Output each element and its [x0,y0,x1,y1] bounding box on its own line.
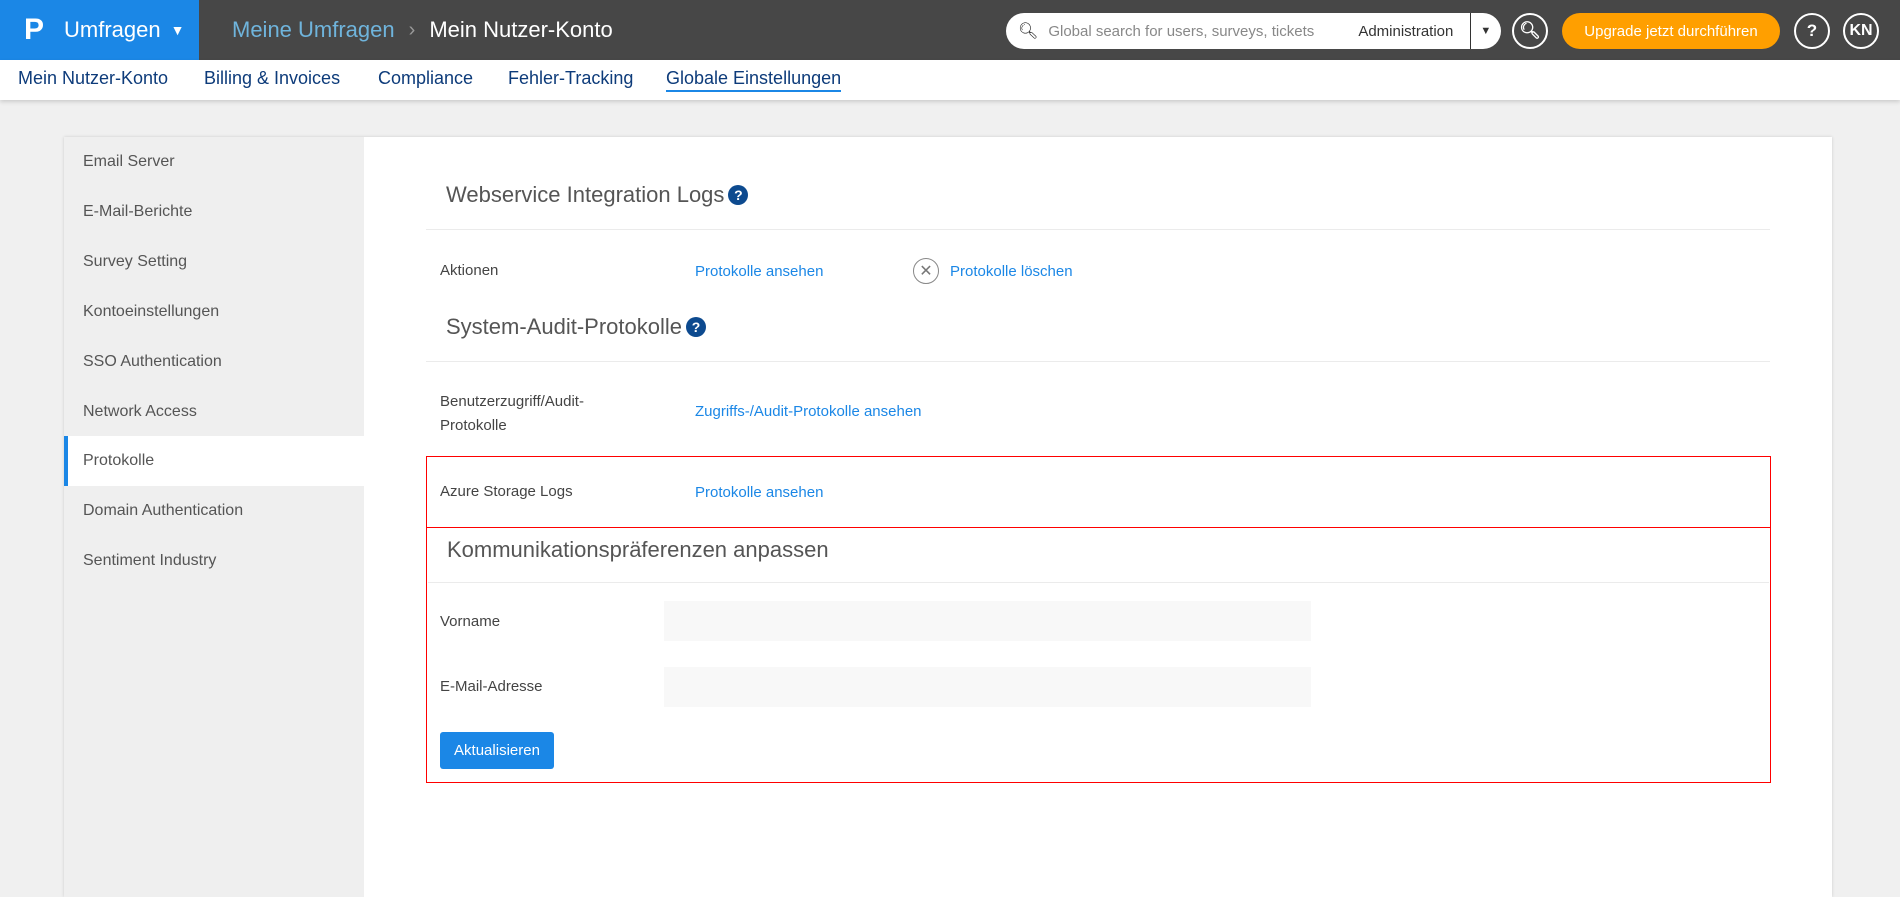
sidebar: Email Server E-Mail-Berichte Survey Sett… [64,137,364,897]
aktionen-label: Aktionen [440,262,499,279]
avatar[interactable]: KN [1843,13,1879,49]
logo-icon: P [24,13,45,46]
divider [426,229,1770,230]
help-button[interactable]: ? [1794,13,1830,49]
update-button[interactable]: Aktualisieren [440,732,554,769]
first-name-label: Vorname [440,613,501,630]
search-input[interactable]: Global search for users, surveys, ticket… [1048,23,1358,40]
audit-label-line: Benutzerzugriff/Audit- [440,393,584,410]
breadcrumb-meine-umfragen[interactable]: Meine Umfragen [232,17,395,43]
communication-highlight [426,527,1771,783]
global-search: 🔍︎ Global search for users, surveys, tic… [1006,13,1501,49]
email-input[interactable] [664,667,1311,707]
sidebar-item-sentiment-industry[interactable]: Sentiment Industry [64,536,364,586]
webservice-delete-logs-link[interactable]: Protokolle löschen [950,263,1073,280]
caret-down-icon: ▼ [170,22,185,38]
azure-view-logs-link[interactable]: Protokolle ansehen [695,484,823,501]
audit-title: System-Audit-Protokolle [446,314,682,339]
sidebar-item-domain-authentication[interactable]: Domain Authentication [64,486,364,536]
azure-logs-highlight [426,456,1771,528]
app-name: Umfragen [64,17,161,42]
search-icon: 🔍︎ [1519,21,1541,40]
webservice-title: Webservice Integration Logs [446,182,725,207]
help-icon[interactable]: ? [685,317,706,337]
divider [426,361,1770,362]
search-button[interactable]: 🔍︎ [1512,13,1548,49]
search-icon: 🔍︎ [1018,23,1039,40]
app-switcher[interactable]: P Umfragen ▼ [0,0,199,60]
chevron-right-icon: › [408,18,416,41]
breadcrumb: Meine Umfragen › Mein Nutzer-Konto [232,0,613,60]
azure-label: Azure Storage Logs [440,483,573,500]
audit-label: Benutzerzugriff/Audit- Protokolle [440,390,584,438]
audit-label-line: Protokolle [440,417,507,434]
search-scope[interactable]: Administration [1358,23,1470,40]
sidebar-item-network-access[interactable]: Network Access [64,387,364,437]
sidebar-item-protokolle[interactable]: Protokolle [64,436,364,486]
audit-heading: System-Audit-Protokolle? [446,314,706,340]
webservice-view-logs-link[interactable]: Protokolle ansehen [695,263,823,280]
email-label: E-Mail-Adresse [440,678,543,695]
sidebar-item-survey-setting[interactable]: Survey Setting [64,237,364,287]
communication-heading: Kommunikationspräferenzen anpassen [447,537,829,562]
sidebar-item-sso[interactable]: SSO Authentication [64,337,364,387]
sub-nav: Mein Nutzer-Konto Billing & Invoices Com… [0,60,1900,100]
divider [428,582,1769,583]
sidebar-item-email-server[interactable]: Email Server [64,137,364,187]
caret-down-icon[interactable]: ▼ [1470,13,1500,49]
first-name-input[interactable] [664,601,1311,641]
audit-view-logs-link[interactable]: Zugriffs-/Audit-Protokolle ansehen [695,403,922,420]
tab-globale-einstellungen[interactable]: Globale Einstellungen [666,68,842,92]
sidebar-item-email-berichte[interactable]: E-Mail-Berichte [64,187,364,237]
breadcrumb-current: Mein Nutzer-Konto [429,17,613,42]
upgrade-button[interactable]: Upgrade jetzt durchführen [1562,13,1780,49]
sidebar-item-kontoeinstellungen[interactable]: Kontoeinstellungen [64,287,364,337]
tab-fehler-tracking[interactable]: Fehler-Tracking [508,68,633,89]
close-circle-icon[interactable]: ✕ [913,258,939,284]
webservice-heading: Webservice Integration Logs? [446,182,749,208]
tab-mein-nutzer-konto[interactable]: Mein Nutzer-Konto [18,68,168,89]
tab-billing[interactable]: Billing & Invoices [204,68,340,89]
help-icon[interactable]: ? [728,185,749,205]
tab-compliance[interactable]: Compliance [378,68,473,89]
